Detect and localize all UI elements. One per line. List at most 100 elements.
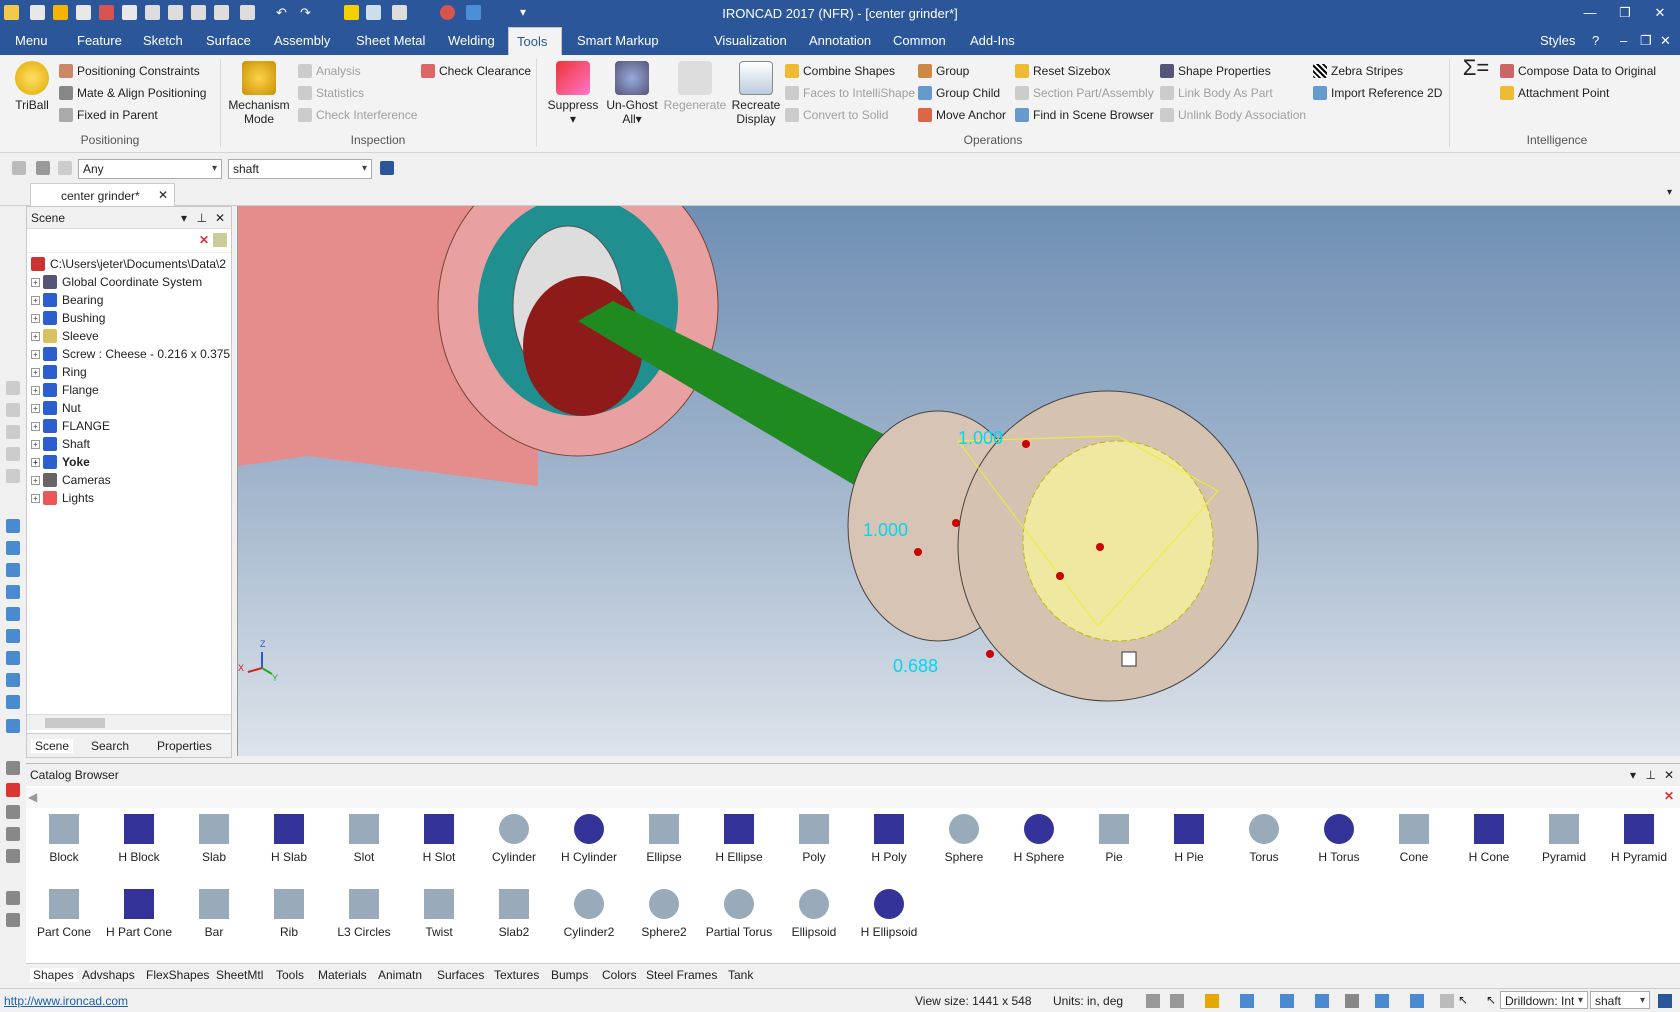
tree-item[interactable]: + Flange — [31, 381, 99, 399]
catalog-tab[interactable]: Textures — [494, 968, 539, 982]
tab-scene[interactable]: Scene — [31, 739, 74, 753]
measure-icon[interactable] — [6, 761, 20, 775]
dim-bottom[interactable]: 0.688 — [893, 656, 938, 676]
scene-close-icon[interactable]: ✕ — [215, 211, 225, 225]
sizebox-handle[interactable] — [1022, 440, 1030, 448]
tool-icon[interactable] — [1440, 994, 1454, 1008]
status-name-combo[interactable]: shaft — [1590, 991, 1650, 1010]
catalog-tab[interactable]: Colors — [602, 968, 637, 982]
recreate-display-button[interactable]: Recreate Display — [729, 61, 783, 126]
catalog-item[interactable]: Slot — [326, 814, 402, 864]
catalog-item[interactable]: Block — [26, 814, 102, 864]
catalog-item[interactable]: Twist — [401, 889, 477, 939]
catalog-item[interactable]: Cylinder — [476, 814, 552, 864]
tab-feature[interactable]: Feature — [69, 27, 130, 55]
view-iso-icon[interactable] — [6, 651, 20, 665]
view-extra3-icon[interactable] — [6, 719, 20, 733]
view-front-icon[interactable] — [6, 519, 20, 533]
sort-icon[interactable] — [213, 233, 227, 247]
dim-left[interactable]: 1.000 — [863, 520, 908, 540]
expand-icon[interactable]: + — [31, 367, 40, 377]
find-scene-button[interactable]: Find in Scene Browser — [1015, 106, 1154, 124]
sizebox-handle[interactable] — [986, 650, 994, 658]
catalog-item[interactable]: H Poly — [851, 814, 927, 864]
tree-item[interactable]: + Sleeve — [31, 327, 99, 345]
catalog-item[interactable]: H Sphere — [1001, 814, 1077, 864]
tab-surface[interactable]: Surface — [198, 27, 259, 55]
catalog-item[interactable]: H Cone — [1451, 814, 1527, 864]
check-interference-button[interactable]: Check Interference — [298, 106, 417, 124]
catalog-item[interactable]: H Cylinder — [551, 814, 627, 864]
tab-visualization[interactable]: Visualization — [706, 27, 795, 55]
display-icon[interactable] — [1280, 994, 1294, 1008]
tab-sheet-metal[interactable]: Sheet Metal — [348, 27, 433, 55]
catalog-tab[interactable]: Steel Frames — [646, 968, 717, 982]
view-left-icon[interactable] — [6, 563, 20, 577]
tool-icon-1[interactable] — [6, 381, 20, 395]
catalog-item[interactable]: H Slot — [401, 814, 477, 864]
expand-icon[interactable]: + — [31, 493, 40, 503]
catalog-item[interactable]: H Part Cone — [101, 889, 177, 939]
attachment-point-button[interactable]: Attachment Point — [1500, 84, 1609, 102]
expand-icon[interactable]: + — [31, 331, 40, 341]
expand-icon[interactable]: + — [31, 277, 40, 287]
tree-root[interactable]: C:\Users\jeter\Documents\Data\2 — [31, 255, 226, 273]
tree-item[interactable]: + Lights — [31, 489, 94, 507]
section-part-button[interactable]: Section Part/Assembly — [1015, 84, 1154, 102]
view-extra2-icon[interactable] — [6, 695, 20, 709]
catalog-pin-icon[interactable]: ⊥ — [1646, 768, 1656, 782]
scene-search-bar[interactable]: ✕ — [27, 229, 231, 253]
reset-sizebox-button[interactable]: Reset Sizebox — [1015, 62, 1110, 80]
scene-menu-icon[interactable]: ▾ — [181, 211, 187, 225]
tool-icon-4[interactable] — [6, 447, 20, 461]
select-mode-icon[interactable] — [12, 161, 26, 175]
tree-item[interactable]: + Nut — [31, 399, 81, 417]
camera-icon[interactable] — [1345, 994, 1359, 1008]
catalog-close-icon[interactable]: ✕ — [1664, 768, 1674, 782]
pointer-icon[interactable]: ↖ — [1458, 993, 1468, 1007]
hierarchy-icon[interactable] — [380, 161, 394, 175]
catalog-item[interactable]: Cylinder2 — [551, 889, 627, 939]
catalog-item[interactable]: H Torus — [1301, 814, 1377, 864]
sizebox-handle[interactable] — [952, 519, 960, 527]
catalog-tab[interactable]: FlexShapes — [146, 968, 209, 982]
catalog-item[interactable]: Partial Torus — [701, 889, 777, 939]
view-cube-icon[interactable] — [1240, 994, 1254, 1008]
statistics-button[interactable]: Statistics — [298, 84, 364, 102]
catalog-item[interactable]: H Pie — [1151, 814, 1227, 864]
view-right-icon[interactable] — [6, 585, 20, 599]
expand-icon[interactable]: + — [31, 403, 40, 413]
catalog-tab[interactable]: Advshaps — [82, 968, 135, 982]
tree-item[interactable]: + FLANGE — [31, 417, 110, 435]
catalog-item[interactable]: Part Cone — [26, 889, 102, 939]
selection-filter-combo[interactable]: Any — [78, 159, 222, 179]
tool-icon-5[interactable] — [6, 469, 20, 483]
catalog-item[interactable]: H Pyramid — [1601, 814, 1677, 864]
expand-icon[interactable]: + — [31, 457, 40, 467]
website-link[interactable]: http://www.ironcad.com — [4, 994, 128, 1008]
catalog-item[interactable]: Bar — [176, 889, 252, 939]
tab-search[interactable]: Search — [91, 739, 129, 753]
catalog-item[interactable]: Torus — [1226, 814, 1302, 864]
link-body-button[interactable]: Link Body As Part — [1160, 84, 1273, 102]
render-icon[interactable] — [1205, 994, 1219, 1008]
view-extra-icon[interactable] — [6, 673, 20, 687]
expand-icon[interactable]: + — [31, 349, 40, 359]
catalog-item[interactable]: Slab — [176, 814, 252, 864]
catalog-tab[interactable]: Tank — [728, 968, 753, 982]
restore-button[interactable]: ❐ — [1610, 4, 1640, 22]
expand-icon[interactable]: + — [31, 475, 40, 485]
styles-menu[interactable]: Styles — [1532, 27, 1583, 55]
catalog-item[interactable]: H Block — [101, 814, 177, 864]
expand-icon[interactable]: + — [31, 439, 40, 449]
catalog-item[interactable]: H Slab — [251, 814, 327, 864]
mate-align-button[interactable]: Mate & Align Positioning — [59, 84, 206, 102]
catalog-item[interactable]: Ellipsoid — [776, 889, 852, 939]
clear-icon[interactable]: ✕ — [199, 233, 209, 247]
back-icon[interactable]: ◀ — [28, 790, 37, 804]
tree-item[interactable]: + Ring — [31, 363, 87, 381]
catalog-item[interactable]: Slab2 — [476, 889, 552, 939]
compose-data-button[interactable]: Compose Data to Original — [1500, 62, 1656, 80]
horizontal-scrollbar[interactable] — [27, 714, 231, 730]
suppress-button[interactable]: Suppress ▾ — [546, 61, 600, 126]
